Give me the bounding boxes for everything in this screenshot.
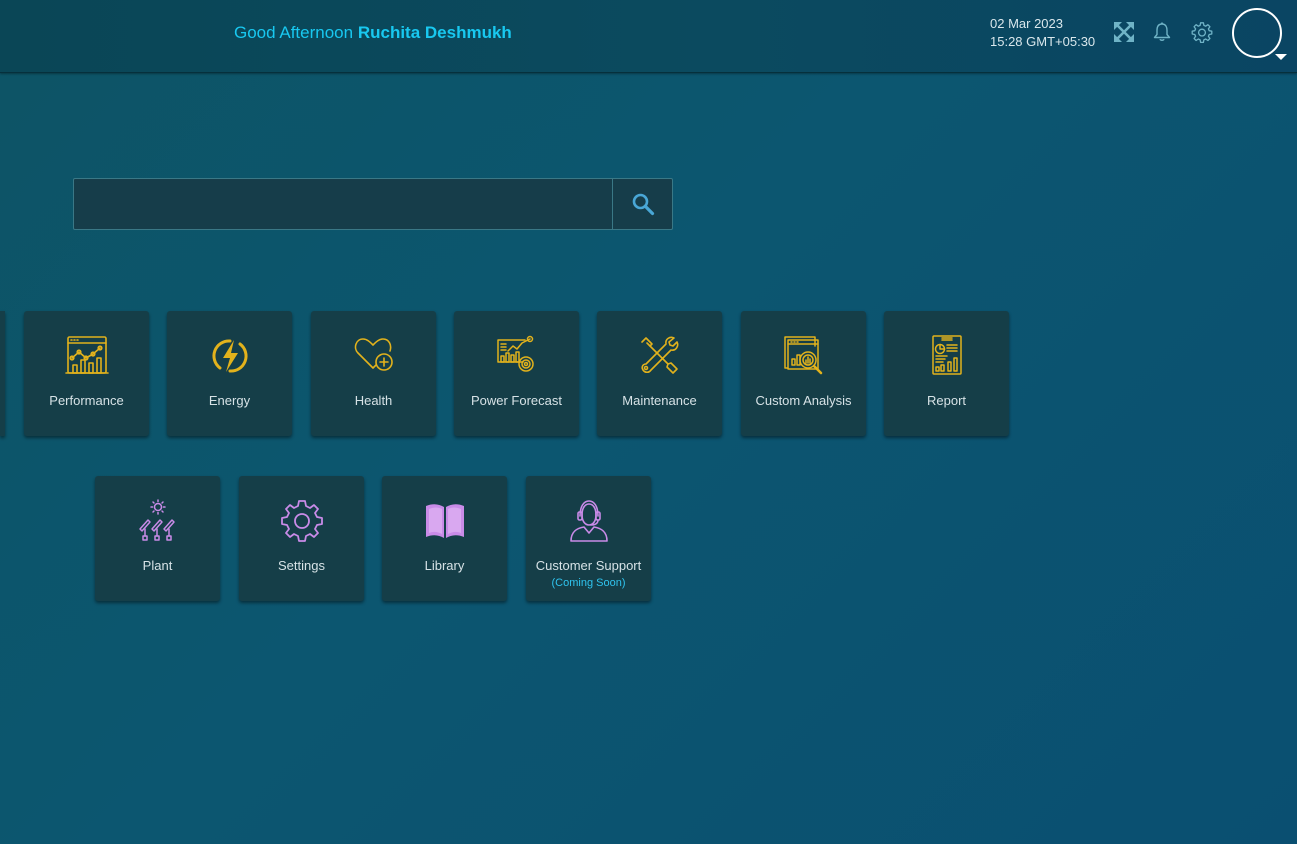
- report-icon: [932, 335, 962, 375]
- power-forecast-icon: [497, 335, 534, 372]
- headset-icon: [570, 500, 608, 542]
- module-label: Energy: [208, 393, 251, 408]
- user-name: Ruchita Deshmukh: [357, 23, 512, 42]
- module-tile-health[interactable]: Health: [311, 311, 436, 436]
- module-tile-maintenance[interactable]: Maintenance: [597, 311, 722, 436]
- module-tile-custom-analysis[interactable]: Custom Analysis: [741, 311, 866, 436]
- module-tile-performance[interactable]: Performance: [24, 311, 149, 436]
- plant-icon: [139, 499, 175, 541]
- module-tile-energy[interactable]: Energy: [167, 311, 292, 436]
- module-tile-report[interactable]: Report: [884, 311, 1009, 436]
- module-tile-plant[interactable]: Plant: [95, 476, 220, 601]
- module-label: Library: [424, 558, 465, 573]
- current-date: 02 Mar 2023: [990, 16, 1063, 31]
- module-label: Health: [354, 393, 393, 408]
- module-label: Performance: [49, 393, 124, 408]
- current-time: 15:28 GMT+05:30: [990, 34, 1096, 49]
- caret-down-icon[interactable]: [1275, 54, 1287, 60]
- module-tile-power-forecast[interactable]: Power Forecast: [454, 311, 579, 436]
- module-tile-settings[interactable]: Settings: [239, 476, 364, 601]
- settings-icon: [281, 500, 323, 542]
- module-label: Power Forecast: [470, 393, 563, 408]
- custom-analysis-icon: [784, 336, 823, 375]
- module-label: Maintenance: [622, 393, 697, 408]
- search-bar: [73, 178, 673, 230]
- gear-icon[interactable]: [1191, 21, 1213, 44]
- fullscreen-icon[interactable]: [1113, 21, 1135, 43]
- module-label: Settings: [278, 558, 325, 573]
- module-tile-customer-support[interactable]: Customer Support (Coming Soon): [526, 476, 651, 601]
- partial-tile[interactable]: [0, 311, 5, 436]
- bell-icon[interactable]: [1151, 21, 1173, 43]
- performance-icon: [65, 336, 109, 374]
- module-label: Custom Analysis: [755, 393, 852, 408]
- search-input[interactable]: [74, 179, 612, 229]
- top-header: Good Afternoon Ruchita Deshmukh 02 Mar 2…: [0, 0, 1297, 73]
- health-icon: [354, 338, 393, 371]
- greeting: Good Afternoon Ruchita Deshmukh: [234, 23, 512, 43]
- module-label: Plant: [142, 558, 173, 573]
- search-button[interactable]: [612, 179, 672, 229]
- greeting-prefix: Good Afternoon: [234, 23, 354, 42]
- coming-soon-label: (Coming Soon): [551, 577, 626, 589]
- avatar[interactable]: [1232, 8, 1282, 58]
- search-icon: [632, 193, 654, 216]
- energy-icon: [212, 339, 248, 373]
- date-time: 02 Mar 2023 15:28 GMT+05:30: [990, 15, 1095, 51]
- maintenance-icon: [641, 336, 679, 374]
- library-icon: [426, 504, 464, 538]
- module-label: Customer Support: [535, 558, 642, 573]
- module-tile-library[interactable]: Library: [382, 476, 507, 601]
- module-label: Report: [926, 393, 967, 408]
